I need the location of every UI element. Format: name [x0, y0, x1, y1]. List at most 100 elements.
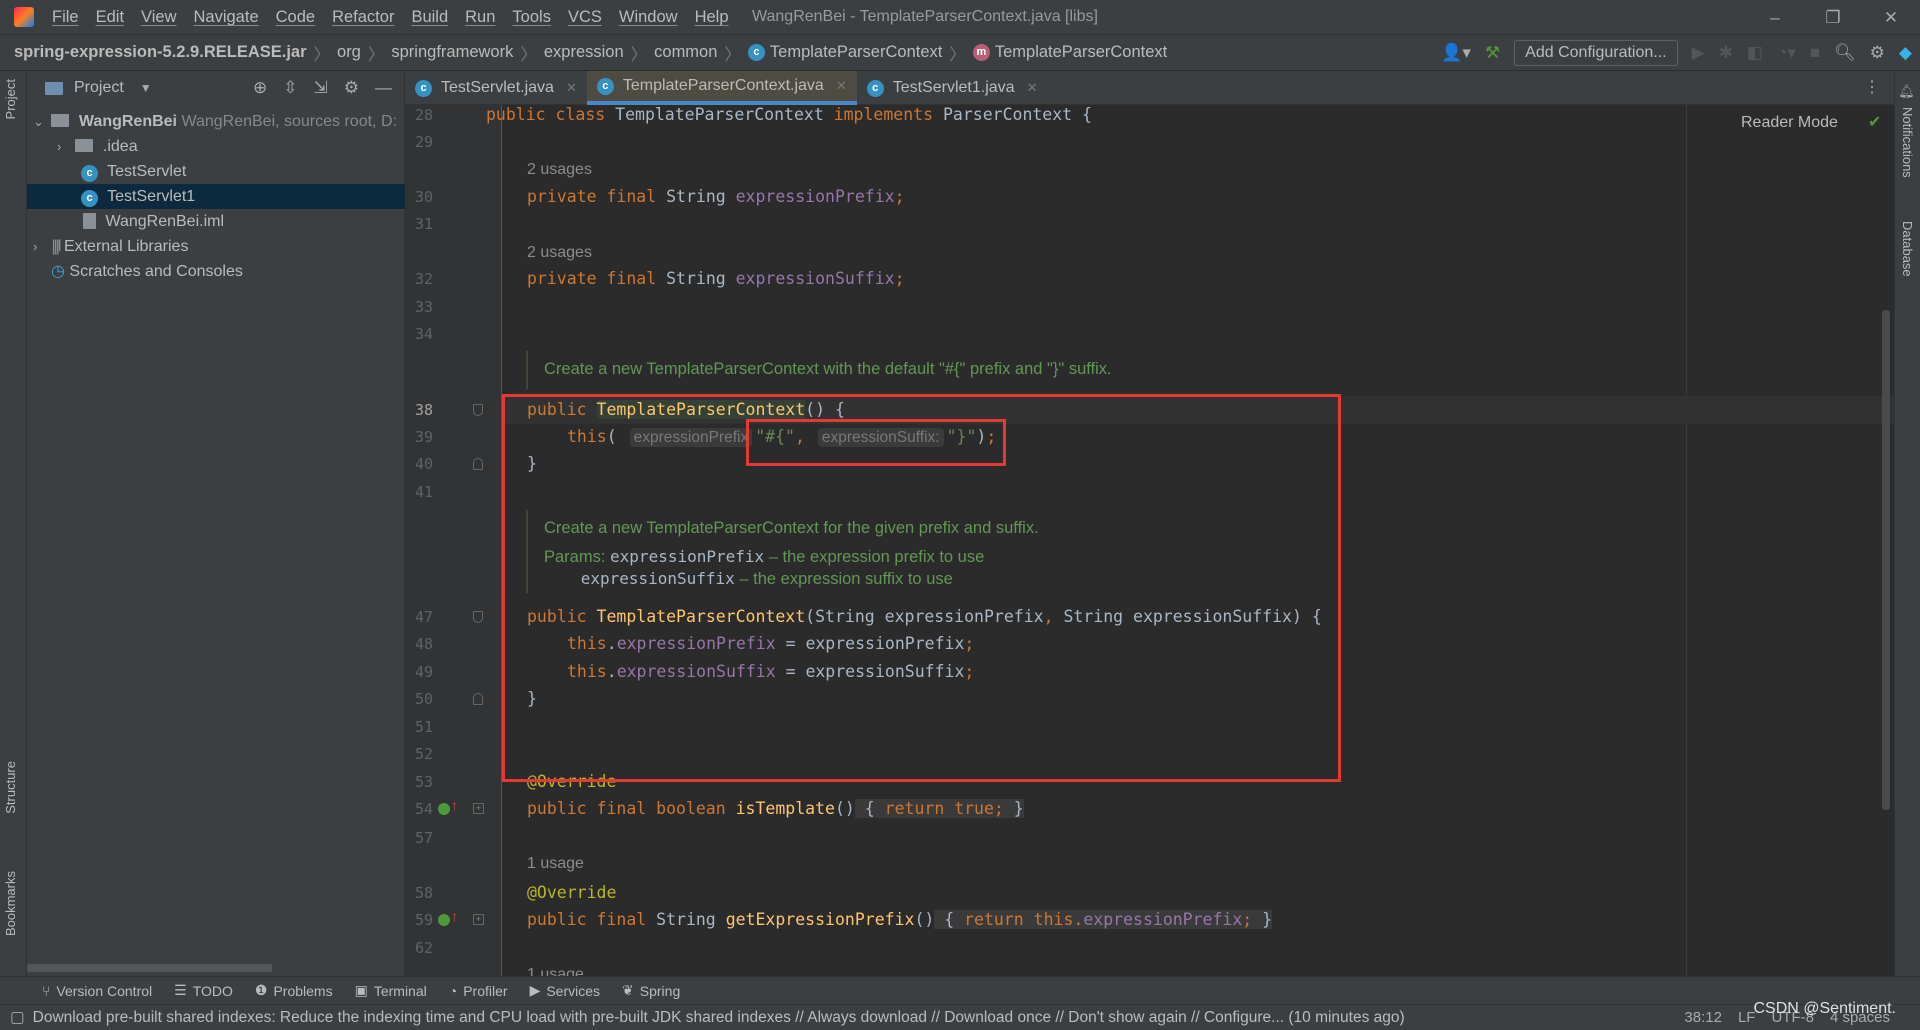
reader-mode-button[interactable]: Reader Mode: [1741, 114, 1838, 132]
fold-start-icon[interactable]: [473, 404, 483, 416]
editor-vertical-scrollbar[interactable]: [1882, 310, 1890, 810]
tool-label: Services: [546, 982, 601, 999]
menu-navigate[interactable]: Navigate: [194, 8, 259, 27]
breadcrumb-org[interactable]: org: [337, 43, 361, 62]
toolbox-logo-icon[interactable]: ◆: [1899, 43, 1912, 63]
module-folder-icon: [51, 114, 70, 127]
bell-icon[interactable]: 🔔︎: [1900, 83, 1915, 100]
version-control-tool[interactable]: ⑂ Version Control: [42, 983, 152, 999]
project-view-selector[interactable]: Project: [74, 79, 124, 97]
code-line: public final String getExpressionPrefix(…: [527, 906, 1273, 934]
status-toggle-icon[interactable]: ▢: [10, 1008, 25, 1027]
bookmarks-tool-tab[interactable]: Bookmarks: [3, 871, 18, 936]
breadcrumb-expression[interactable]: expression: [544, 43, 624, 62]
build-hammer-icon[interactable]: ⚒: [1485, 43, 1500, 63]
terminal-tool[interactable]: ▣ Terminal: [355, 982, 427, 999]
breadcrumb-method[interactable]: TemplateParserContext: [995, 43, 1167, 62]
add-configuration-button[interactable]: Add Configuration...: [1514, 40, 1678, 66]
breadcrumb-class[interactable]: TemplateParserContext: [770, 43, 942, 62]
profile-icon[interactable]: ◔▾: [1777, 43, 1796, 63]
tree-item-testservlet1[interactable]: c TestServlet1: [27, 184, 405, 209]
chevron-down-icon[interactable]: ⌄: [33, 109, 47, 134]
project-tool-tab[interactable]: Project: [3, 79, 18, 119]
gear-icon[interactable]: ⚙: [344, 78, 359, 98]
chevron-right-icon: 〉: [520, 45, 537, 64]
menu-refactor[interactable]: Refactor: [332, 8, 394, 27]
debug-icon[interactable]: ✱: [1719, 43, 1733, 63]
menu-edit[interactable]: Edit: [96, 8, 124, 27]
coverage-icon[interactable]: ◧: [1747, 43, 1763, 63]
search-icon[interactable]: 🔍︎: [1834, 43, 1856, 63]
tree-item-testservlet[interactable]: c TestServlet: [27, 159, 405, 184]
menu-file[interactable]: File: [52, 8, 79, 27]
close-tab-icon[interactable]: ✕: [566, 80, 577, 96]
run-icon[interactable]: ▶: [1692, 43, 1705, 63]
tree-item-external-libraries[interactable]: › |||l External Libraries: [27, 234, 405, 259]
breadcrumb-common[interactable]: common: [654, 43, 717, 62]
chevron-right-icon[interactable]: ›: [57, 134, 71, 159]
menu-window[interactable]: Window: [619, 8, 678, 27]
runnable-class-icon: c: [866, 79, 884, 97]
menu-help[interactable]: Help: [695, 8, 729, 27]
stop-icon[interactable]: ■: [1810, 43, 1820, 63]
notifications-tool-tab[interactable]: Notifications: [1900, 107, 1915, 178]
menu-code[interactable]: Code: [276, 8, 315, 27]
menu-vcs[interactable]: VCS: [568, 8, 602, 27]
services-tool[interactable]: ▶ Services: [530, 982, 600, 999]
menu-tools[interactable]: Tools: [512, 8, 551, 27]
code-token: return this.: [964, 910, 1084, 929]
fold-start-icon[interactable]: [473, 611, 483, 623]
menu-run[interactable]: Run: [465, 8, 495, 27]
menu-build[interactable]: Build: [411, 8, 448, 27]
tree-item-scratches[interactable]: ◷ Scratches and Consoles: [27, 259, 405, 284]
status-message[interactable]: Download pre-built shared indexes: Reduc…: [33, 1009, 1405, 1027]
code-token: ;: [894, 187, 905, 206]
fold-end-icon[interactable]: [473, 458, 483, 470]
project-horizontal-scrollbar[interactable]: [27, 964, 272, 972]
todo-tool[interactable]: ☰ TODO: [174, 982, 233, 999]
tab-testservlet1[interactable]: c TestServlet1.java ✕: [857, 71, 1048, 105]
code-token: public class: [486, 105, 616, 124]
fold-end-icon[interactable]: [473, 693, 483, 705]
chevron-down-icon[interactable]: ▼: [140, 81, 152, 95]
usages-hint[interactable]: 1 usage: [527, 850, 584, 878]
no-problems-check-icon[interactable]: ✔: [1868, 112, 1881, 132]
profiler-tool[interactable]: ◔ Profiler: [449, 983, 508, 999]
line-number: 48: [414, 635, 433, 653]
line-number: 47: [414, 608, 433, 626]
expand-fold-icon[interactable]: +: [473, 803, 484, 814]
chevron-right-icon[interactable]: ›: [33, 234, 47, 259]
user-icon[interactable]: 👤▾: [1441, 43, 1471, 63]
caret-position[interactable]: 38:12: [1684, 1009, 1722, 1026]
implements-method-icon[interactable]: [438, 914, 450, 926]
usages-hint[interactable]: 2 usages: [527, 156, 592, 184]
collapse-all-icon[interactable]: ⇲: [314, 78, 328, 98]
expand-fold-icon[interactable]: +: [473, 914, 484, 925]
minimize-button[interactable]: –: [1746, 8, 1804, 28]
tab-templateparsercontext[interactable]: c TemplateParserContext.java ✕: [586, 71, 857, 105]
close-tab-icon[interactable]: ✕: [1027, 80, 1038, 96]
gear-icon[interactable]: ⚙: [1870, 43, 1885, 63]
implements-method-icon[interactable]: [438, 803, 450, 815]
restore-button[interactable]: ❐: [1804, 8, 1862, 28]
line-number: 38: [414, 401, 433, 419]
close-button[interactable]: ✕: [1862, 8, 1920, 28]
spring-tool[interactable]: ❦ Spring: [622, 982, 680, 999]
tree-item-iml[interactable]: WangRenBei.iml: [27, 209, 405, 234]
hide-icon[interactable]: —: [375, 78, 392, 98]
breadcrumb-jar[interactable]: spring-expression-5.2.9.RELEASE.jar: [14, 43, 307, 62]
more-tabs-icon[interactable]: ⋮: [1864, 71, 1880, 104]
breadcrumb-springframework[interactable]: springframework: [391, 43, 513, 62]
tab-testservlet[interactable]: c TestServlet.java ✕: [405, 71, 587, 105]
code-token: public final boolean: [527, 799, 736, 818]
tree-item-wangrenbei[interactable]: ⌄ WangRenBei WangRenBei, sources root, D…: [27, 109, 405, 134]
menu-view[interactable]: View: [141, 8, 176, 27]
database-tool-tab[interactable]: Database: [1900, 221, 1915, 277]
expand-all-icon[interactable]: ⇳: [283, 78, 297, 98]
problems-tool[interactable]: ❶ Problems: [255, 982, 333, 999]
close-tab-icon[interactable]: ✕: [836, 78, 847, 94]
locate-icon[interactable]: ⊕: [253, 78, 267, 98]
tree-item-idea[interactable]: › .idea: [27, 134, 405, 159]
structure-tool-tab[interactable]: Structure: [3, 761, 18, 814]
usages-hint[interactable]: 2 usages: [527, 239, 592, 267]
